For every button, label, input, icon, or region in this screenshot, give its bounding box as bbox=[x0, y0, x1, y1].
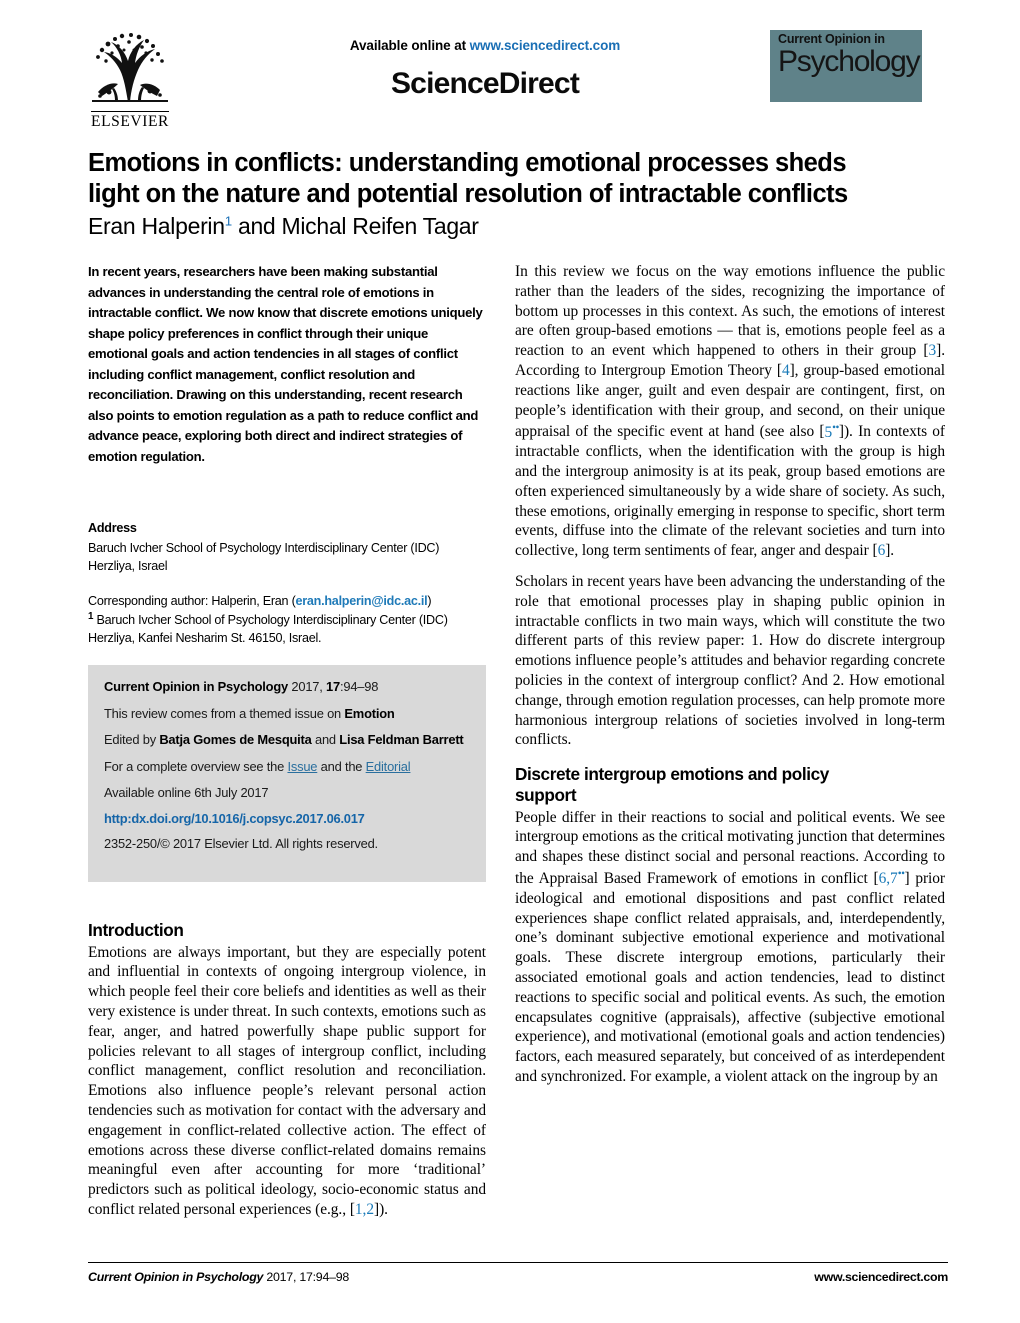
footer-citation: Current Opinion in Psychology 2017, 17:9… bbox=[88, 1270, 349, 1284]
themed-issue-topic: Emotion bbox=[344, 705, 395, 721]
abstract-text: In recent years, researchers have been m… bbox=[88, 264, 483, 464]
left-column: In recent years, researchers have been m… bbox=[88, 262, 486, 1220]
overview-join: and the bbox=[317, 758, 366, 774]
doi-link[interactable]: http:dx.doi.org/10.1016/j.copsyc.2017.06… bbox=[104, 811, 470, 826]
review-focus-paragraph: In this review we focus on the way emoti… bbox=[515, 262, 945, 561]
introduction-section: Introduction Emotions are always importa… bbox=[88, 920, 486, 1220]
address-block: Address Baruch Ivcher School of Psycholo… bbox=[88, 519, 486, 647]
footer-website[interactable]: www.sciencedirect.com bbox=[814, 1270, 948, 1284]
review-text-e: ]. bbox=[885, 542, 895, 560]
footer-citation-detail: 2017, 17:94–98 bbox=[263, 1270, 350, 1284]
discrete-emotions-heading-line-2: support bbox=[515, 784, 577, 805]
author-affiliation-marker: 1 bbox=[224, 213, 232, 229]
citation-ref-4[interactable]: 4 bbox=[782, 362, 790, 379]
introduction-text-b: ]). bbox=[374, 1200, 388, 1218]
elsevier-wordmark: ELSEVIER bbox=[91, 111, 169, 130]
journal-logo: Current Opinion in Psychology bbox=[770, 30, 922, 102]
citation-volume: 17 bbox=[326, 679, 340, 695]
journal-metadata-box: Current Opinion in Psychology 2017, 17:9… bbox=[88, 665, 486, 882]
affiliation-footnote-text-1: Baruch Ivcher School of Psychology Inter… bbox=[93, 613, 448, 628]
editor-name-2: Lisa Feldman Barrett bbox=[339, 732, 464, 748]
review-text-d: ]). In contexts of intractable conflicts… bbox=[515, 423, 946, 560]
overview-line: For a complete overview see the Issue an… bbox=[104, 758, 470, 775]
citation-ref-1-2[interactable]: 1,2 bbox=[355, 1201, 374, 1218]
citation-ref-5-importance-marker: •• bbox=[832, 421, 839, 434]
discrete-emotions-heading: Discrete intergroup emotions and policy s… bbox=[515, 764, 945, 805]
citation-ref-5-number: 5 bbox=[824, 423, 833, 441]
author-secondary: and Michal Reifen Tagar bbox=[231, 213, 479, 240]
sciencedirect-url-link[interactable]: www.sciencedirect.com bbox=[470, 38, 621, 53]
corresponding-author-line: Corresponding author: Halperin, Eran (er… bbox=[88, 592, 486, 610]
corresponding-author-suffix: ) bbox=[427, 593, 432, 608]
corresponding-author-block: Corresponding author: Halperin, Eran (er… bbox=[88, 592, 486, 648]
citation-ref-3[interactable]: 3 bbox=[928, 342, 936, 359]
sciencedirect-block: Available online at www.sciencedirect.co… bbox=[260, 38, 710, 101]
right-column: In this review we focus on the way emoti… bbox=[515, 262, 945, 1087]
citation-journal-name: Current Opinion in Psychology bbox=[104, 679, 288, 695]
citation-ref-5[interactable]: 5•• bbox=[824, 421, 839, 441]
sciencedirect-wordmark: ScienceDirect bbox=[390, 67, 580, 100]
corresponding-author-prefix: Corresponding author: Halperin, Eran ( bbox=[88, 593, 296, 608]
article-page: ELSEVIER Available online at www.science… bbox=[0, 0, 1020, 1323]
masthead: ELSEVIER Available online at www.science… bbox=[70, 28, 950, 136]
copyright-line: 2352-250/© 2017 Elsevier Ltd. All rights… bbox=[104, 835, 378, 851]
page-title: Emotions in conflicts: understanding emo… bbox=[88, 148, 948, 210]
themed-issue-line: This review comes from a themed issue on… bbox=[104, 705, 470, 722]
title-line-1: Emotions in conflicts: understanding emo… bbox=[88, 149, 847, 177]
themed-issue-prefix: This review comes from a themed issue on bbox=[104, 705, 345, 721]
affiliation-footnote-line-2: Herzliya, Kanfei Nesharim St. 46150, Isr… bbox=[88, 631, 322, 646]
available-online-prefix: Available online at bbox=[349, 38, 470, 53]
discrete-emotions-heading-line-1: Discrete intergroup emotions and policy bbox=[515, 764, 829, 785]
discrete-emotions-paragraph: People differ in their reactions to soci… bbox=[515, 808, 945, 1087]
scholars-paragraph: Scholars in recent years have been advan… bbox=[515, 573, 945, 749]
editorial-link[interactable]: Editorial bbox=[366, 759, 411, 774]
citation-ref-6-7[interactable]: 6,7•• bbox=[878, 868, 905, 888]
citation-line: Current Opinion in Psychology 2017, 17:9… bbox=[104, 678, 470, 695]
overview-prefix: For a complete overview see the bbox=[104, 758, 288, 774]
introduction-heading: Introduction bbox=[88, 919, 184, 940]
citation-pages: :94–98 bbox=[339, 679, 379, 695]
editors-prefix: Edited by bbox=[104, 732, 160, 748]
address-heading: Address bbox=[88, 521, 137, 536]
title-block: Emotions in conflicts: understanding emo… bbox=[88, 148, 948, 241]
address-line-1: Baruch Ivcher School of Psychology Inter… bbox=[88, 540, 440, 555]
discrete-text-b: ] prior ideological and emotional dispos… bbox=[515, 870, 945, 1086]
available-online-date: Available online 6th July 2017 bbox=[104, 785, 269, 801]
citation-year: 2017, bbox=[288, 679, 327, 695]
footer-journal-name: Current Opinion in Psychology bbox=[88, 1270, 264, 1284]
elsevier-tree-icon bbox=[92, 33, 168, 102]
available-online-line: Available online at www.sciencedirect.co… bbox=[260, 38, 710, 53]
page-footer: Current Opinion in Psychology 2017, 17:9… bbox=[88, 1262, 948, 1284]
address-line-2: Herzliya, Israel bbox=[88, 558, 168, 573]
affiliation-footnote-line-1: 1 Baruch Ivcher School of Psychology Int… bbox=[88, 610, 486, 629]
editor-name-1: Batja Gomes de Mesquita bbox=[159, 732, 312, 748]
introduction-text-a: Emotions are always important, but they … bbox=[88, 943, 486, 1218]
review-text-a: In this review we focus on the way emoti… bbox=[515, 263, 945, 360]
journal-logo-title: Psychology bbox=[778, 45, 921, 79]
author-primary: Eran Halperin bbox=[88, 213, 225, 240]
citation-ref-6-7-number: 6,7 bbox=[878, 870, 898, 888]
corresponding-author-email-link[interactable]: eran.halperin@idc.ac.il bbox=[296, 594, 428, 608]
editors-line: Edited by Batja Gomes de Mesquita and Li… bbox=[104, 731, 470, 748]
author-list: Eran Halperin1 and Michal Reifen Tagar bbox=[88, 213, 948, 241]
editors-join: and bbox=[311, 732, 340, 748]
title-line-2: light on the nature and potential resolu… bbox=[88, 180, 848, 209]
elsevier-logo: ELSEVIER bbox=[78, 30, 182, 135]
introduction-paragraph: Emotions are always important, but they … bbox=[88, 943, 486, 1220]
issue-link[interactable]: Issue bbox=[287, 759, 317, 774]
